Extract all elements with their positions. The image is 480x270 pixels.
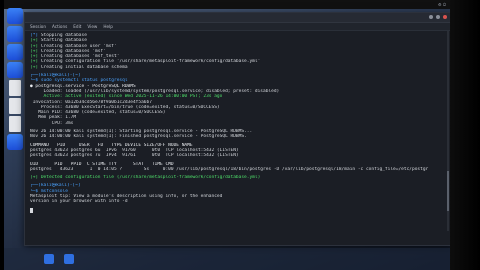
folder-icon[interactable] bbox=[7, 62, 23, 78]
window-controls bbox=[429, 15, 447, 19]
terminal-output[interactable]: [*] Stopping database [+] Starting datab… bbox=[25, 31, 451, 215]
input-line[interactable] bbox=[30, 207, 446, 213]
folder-icon[interactable] bbox=[7, 8, 23, 24]
text-cursor bbox=[30, 207, 33, 213]
table-row: postgres 43623 1 0 14:05 ? Ss 0:00 /usr/… bbox=[30, 166, 429, 172]
desktop-background: ⚙ ⏻ Session Actions Edit View Help [*] S… bbox=[0, 0, 480, 270]
terminal-titlebar[interactable] bbox=[25, 13, 451, 23]
frame-border bbox=[0, 0, 4, 270]
top-panel: ⚙ ⏻ bbox=[4, 0, 450, 9]
folder-icon[interactable] bbox=[7, 44, 23, 60]
document-icon[interactable] bbox=[9, 80, 21, 96]
app-icon[interactable] bbox=[64, 254, 74, 264]
minimize-icon[interactable] bbox=[429, 15, 433, 19]
document-icon[interactable] bbox=[9, 98, 21, 114]
document-icon[interactable] bbox=[9, 116, 21, 132]
taskbar bbox=[4, 248, 450, 270]
folder-icon[interactable] bbox=[7, 134, 23, 150]
frame-border bbox=[450, 0, 480, 270]
desktop-icons bbox=[4, 8, 26, 156]
scrollbar-thumb[interactable] bbox=[447, 171, 449, 211]
folder-icon[interactable] bbox=[7, 26, 23, 42]
menu-actions[interactable]: Actions bbox=[52, 24, 67, 29]
menu-edit[interactable]: Edit bbox=[73, 24, 81, 29]
menu-session[interactable]: Session bbox=[30, 24, 46, 29]
system-tray-icon[interactable]: ⚙ ⏻ bbox=[438, 2, 446, 7]
terminal-window[interactable]: Session Actions Edit View Help [*] Stopp… bbox=[24, 12, 452, 246]
menu-help[interactable]: Help bbox=[103, 24, 113, 29]
terminal-menubar: Session Actions Edit View Help bbox=[25, 23, 451, 31]
maximize-icon[interactable] bbox=[436, 15, 440, 19]
close-icon[interactable] bbox=[443, 15, 447, 19]
scrollbar[interactable] bbox=[447, 31, 449, 231]
app-icon[interactable] bbox=[44, 254, 54, 264]
menu-view[interactable]: View bbox=[87, 24, 97, 29]
